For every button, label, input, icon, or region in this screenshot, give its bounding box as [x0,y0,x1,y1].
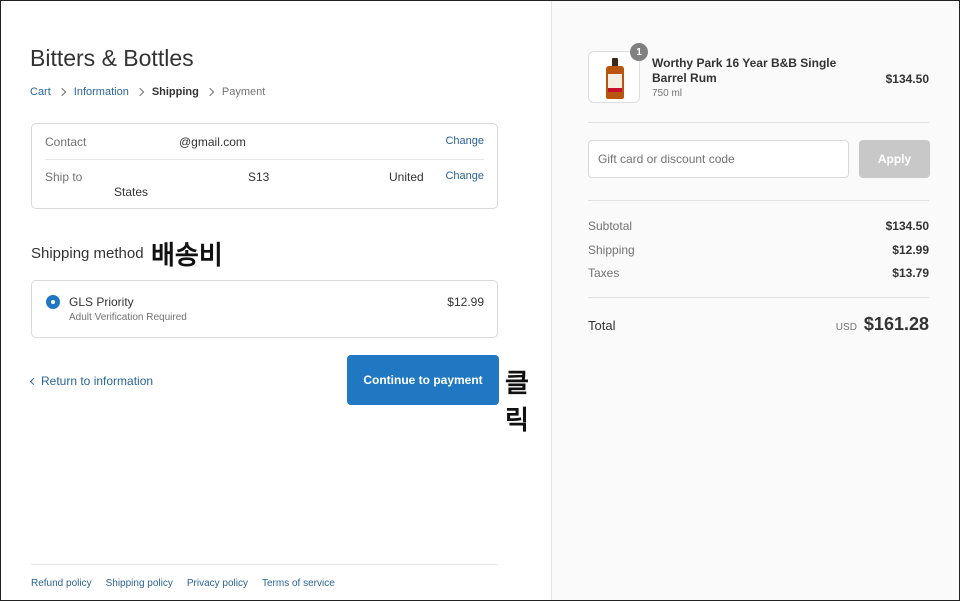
shipping-option-note: Adult Verification Required [69,312,187,323]
shipping-value: $12.99 [892,243,929,257]
chevron-left-icon [29,377,38,385]
chevron-right-icon [135,87,145,97]
return-link-label: Return to information [41,374,154,388]
shipto-line3: States [114,185,149,199]
footer-refund-policy[interactable]: Refund policy [31,578,92,589]
shipto-label: Ship to [45,170,83,184]
change-shipto-link[interactable]: Change [445,170,484,182]
taxes-value: $13.79 [892,266,929,280]
taxes-label: Taxes [588,266,620,280]
discount-code-input[interactable] [588,140,849,178]
change-contact-link[interactable]: Change [445,135,484,147]
subtotal-row: Subtotal $134.50 [588,219,929,235]
shipping-option-radio[interactable] [46,295,60,309]
product-variant: 750 ml [652,88,683,99]
chevron-right-icon [205,87,215,97]
review-divider [45,159,484,160]
contact-label: Contact [45,135,87,149]
annotation-click: 클릭 [505,369,529,436]
subtotal-value: $134.50 [885,219,929,233]
total-amount: USD $161.28 [836,314,929,335]
breadcrumb-cart[interactable]: Cart [30,86,51,98]
total-label: Total [588,318,616,333]
continue-to-payment-button[interactable]: Continue to payment [347,355,499,405]
annotation-shipping-cost: 배송비 [151,241,223,271]
contact-value: @gmail.com [179,135,246,149]
footer-links: Refund policy Shipping policy Privacy po… [31,578,335,589]
shipto-line2: United [389,170,424,184]
footer-terms-of-service[interactable]: Terms of service [262,578,335,589]
footer-shipping-policy[interactable]: Shipping policy [106,578,173,589]
shipping-label: Shipping [588,243,635,257]
apply-discount-button[interactable]: Apply [859,140,930,178]
checkout-main: Bitters & Bottles Cart Information Shipp… [1,1,551,600]
product-name: Worthy Park 16 Year B&B Single Barrel Ru… [652,56,837,85]
bottle-label [608,74,622,88]
summary-divider [588,297,929,298]
summary-divider [588,200,929,201]
shipping-option-name: GLS Priority [69,295,134,309]
total-value: $161.28 [863,314,929,334]
taxes-row: Taxes $13.79 [588,266,929,282]
quantity-badge: 1 [630,43,648,61]
breadcrumb-information[interactable]: Information [74,86,129,98]
shop-title[interactable]: Bitters & Bottles [30,45,194,72]
breadcrumb-shipping: Shipping [151,86,199,98]
summary-divider [588,122,929,123]
review-box: Contact @gmail.com Change Ship to S13 Un… [31,123,498,209]
shipping-method-title: Shipping method [31,245,144,262]
shipto-line1: S13 [248,170,270,184]
product-price: $134.50 [885,72,929,86]
chevron-right-icon [57,87,67,97]
shipto-row: Ship to S13 United States Change [45,170,484,206]
order-summary: 1 Worthy Park 16 Year B&B Single Barrel … [551,1,959,600]
shipping-option[interactable]: GLS Priority Adult Verification Required… [31,280,498,338]
total-currency: USD [835,322,857,333]
breadcrumb: Cart Information Shipping Payment [30,86,265,98]
breadcrumb-payment: Payment [221,86,266,98]
footer-divider [31,564,498,565]
shipping-row: Shipping $12.99 [588,243,929,259]
footer-privacy-policy[interactable]: Privacy policy [187,578,248,589]
shipping-option-price: $12.99 [447,295,484,309]
bottle-band [608,88,622,92]
subtotal-label: Subtotal [588,219,633,233]
contact-row: Contact @gmail.com Change [45,135,484,159]
return-to-information-link[interactable]: Return to information [29,374,154,388]
